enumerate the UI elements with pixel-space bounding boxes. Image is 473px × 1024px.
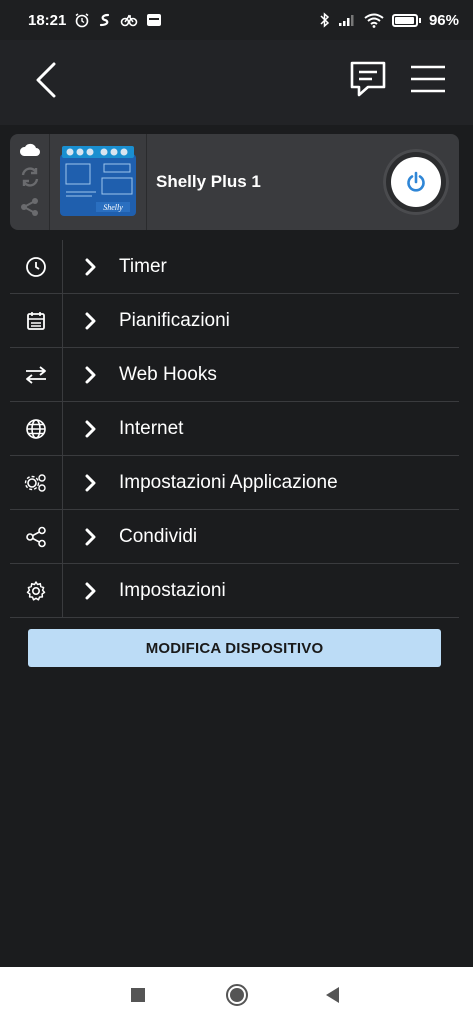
battery-percent: 96% — [428, 11, 459, 29]
sync-icon — [19, 166, 41, 193]
app-settings-icon — [24, 473, 46, 492]
message-icon — [350, 61, 386, 97]
menu-item-label: Impostazioni — [119, 579, 226, 601]
recent-apps-icon — [131, 988, 145, 1002]
device-image-label: Shelly — [103, 203, 123, 212]
system-back-button[interactable] — [320, 982, 346, 1008]
messages-button[interactable] — [345, 57, 391, 101]
back-icon — [326, 987, 339, 1003]
menu-item-label: Pianificazioni — [119, 309, 230, 331]
status-time: 18:21 — [28, 11, 67, 29]
power-icon — [407, 171, 425, 192]
calendar-icon — [27, 311, 45, 330]
power-button[interactable] — [383, 149, 449, 215]
back-chevron-icon — [36, 62, 56, 98]
battery-level-fill — [394, 16, 415, 24]
menu-item-label: Condividi — [119, 525, 198, 547]
menu-item-internet[interactable]: Internet — [10, 402, 459, 456]
battery-icon — [391, 13, 421, 27]
clock-icon — [26, 256, 46, 277]
notification-app-icon — [146, 12, 162, 28]
menu-item-label: Web Hooks — [119, 363, 217, 385]
hamburger-menu-icon — [411, 65, 445, 93]
app-header — [0, 40, 473, 125]
chevron-right-icon — [63, 366, 119, 384]
menu-icon-cell — [10, 564, 63, 617]
menu-button[interactable] — [406, 59, 450, 99]
chevron-right-icon — [63, 312, 119, 330]
edit-device-button[interactable]: MODIFICA DISPOSITIVO — [28, 629, 441, 667]
device-name: Shelly Plus 1 — [156, 172, 261, 191]
device-status-column — [10, 134, 50, 230]
gear-icon — [26, 580, 46, 601]
chevron-right-icon — [63, 258, 119, 276]
chevron-right-icon — [63, 582, 119, 600]
cloud-icon — [19, 142, 41, 163]
settings-menu: Timer Pianificazioni Web Hooks Internet — [10, 240, 459, 618]
arrows-swap-icon — [26, 365, 46, 384]
menu-item-app-settings[interactable]: Impostazioni Applicazione — [10, 456, 459, 510]
menu-item-label: Internet — [119, 417, 184, 439]
menu-icon-cell — [10, 456, 63, 509]
status-left: 18:21 — [28, 12, 162, 29]
device-card[interactable]: Shelly Shelly Plus 1 — [10, 134, 459, 230]
status-bar: 18:21 96% — [0, 0, 473, 40]
home-icon — [226, 984, 248, 1006]
power-button-face — [391, 157, 441, 207]
menu-item-condividi[interactable]: Condividi — [10, 510, 459, 564]
recent-apps-button[interactable] — [125, 982, 151, 1008]
device-image: Shelly — [50, 134, 147, 230]
app-notification-icon — [98, 12, 112, 28]
menu-icon-cell — [10, 294, 63, 347]
back-button[interactable] — [28, 58, 64, 102]
power-wrap — [373, 134, 459, 230]
menu-item-web-hooks[interactable]: Web Hooks — [10, 348, 459, 402]
bluetooth-icon — [320, 12, 330, 28]
menu-item-label: Impostazioni Applicazione — [119, 471, 338, 493]
device-screen: 18:21 96% Shelly Shelly Plus 1 Timer Pia… — [0, 0, 473, 1024]
menu-item-impostazioni[interactable]: Impostazioni — [10, 564, 459, 618]
globe-icon — [26, 418, 46, 439]
wifi-icon — [364, 13, 384, 28]
menu-icon-cell — [10, 402, 63, 455]
alarm-icon — [74, 12, 90, 28]
menu-icon-cell — [10, 510, 63, 563]
chevron-right-icon — [63, 420, 119, 438]
system-nav-bar — [0, 967, 473, 1024]
chevron-right-icon — [63, 474, 119, 492]
menu-icon-cell — [10, 348, 63, 401]
share-icon — [20, 197, 40, 222]
app-notification-icon — [120, 12, 138, 28]
home-button[interactable] — [224, 982, 250, 1008]
menu-icon-cell — [10, 240, 63, 293]
menu-item-label: Timer — [119, 255, 167, 277]
signal-icon — [338, 13, 356, 27]
menu-item-pianificazioni[interactable]: Pianificazioni — [10, 294, 459, 348]
share-icon — [26, 526, 46, 547]
chevron-right-icon — [63, 528, 119, 546]
menu-item-timer[interactable]: Timer — [10, 240, 459, 294]
status-right: 96% — [320, 12, 459, 29]
